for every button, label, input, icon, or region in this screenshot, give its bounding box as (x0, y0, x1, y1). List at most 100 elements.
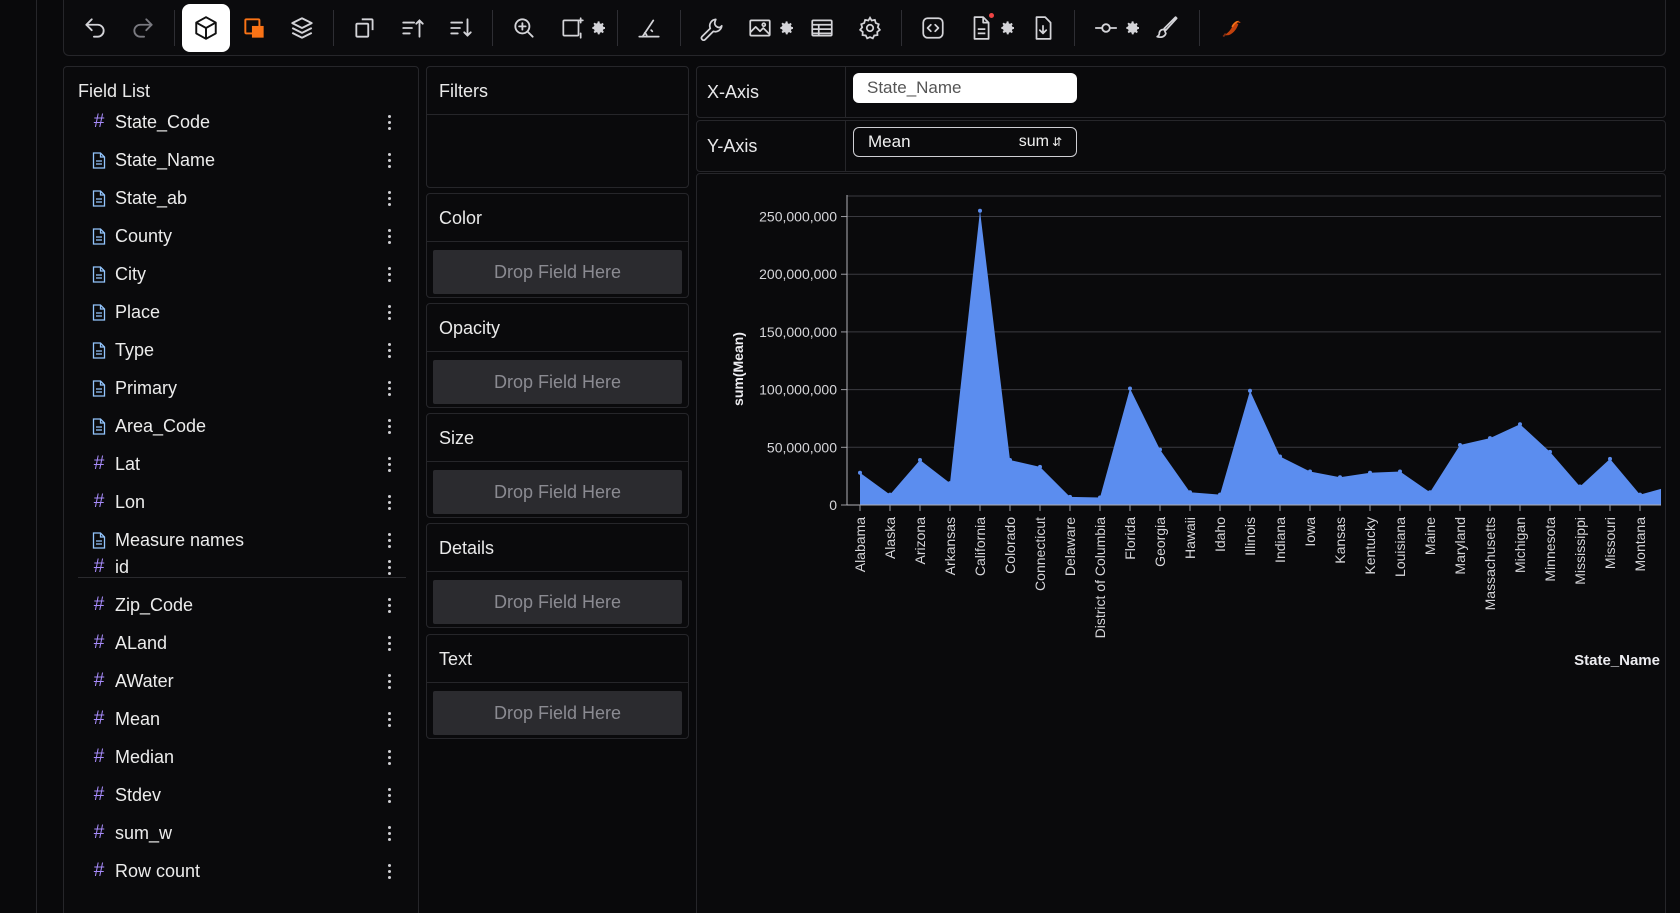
data-point[interactable] (1428, 490, 1432, 495)
data-point[interactable] (1008, 458, 1012, 462)
undo-button[interactable] (71, 4, 119, 52)
field-menu-button[interactable] (379, 456, 399, 472)
data-point[interactable] (1068, 494, 1072, 499)
field-menu-button[interactable] (379, 532, 399, 548)
table-view-button[interactable] (798, 4, 846, 52)
field-item[interactable]: # Lat (89, 449, 399, 479)
data-point[interactable] (888, 492, 892, 497)
image-settings-button[interactable] (776, 4, 798, 52)
axis-button[interactable] (625, 4, 673, 52)
y-axis-field-pill[interactable]: Mean sum ⇵ (853, 127, 1077, 157)
x-axis-field-pill[interactable]: State_Name (853, 73, 1077, 103)
field-item[interactable]: # sum_w (89, 818, 399, 848)
data-point[interactable] (1158, 447, 1162, 452)
data-point[interactable] (1098, 495, 1102, 500)
data-point[interactable] (1188, 490, 1192, 495)
number-field-icon: # (93, 111, 105, 132)
size-drop-zone[interactable]: Drop Field Here (433, 470, 682, 514)
field-menu-button[interactable] (379, 152, 399, 168)
text-drop-zone[interactable]: Drop Field Here (433, 691, 682, 735)
field-item[interactable]: Area_Code (89, 411, 399, 441)
data-point[interactable] (1638, 492, 1642, 497)
data-point[interactable] (978, 208, 982, 213)
data-point[interactable] (1578, 484, 1582, 489)
field-item[interactable]: # State_Code (89, 107, 399, 137)
field-menu-button[interactable] (379, 418, 399, 434)
field-item[interactable]: Measure names (89, 525, 399, 555)
field-item[interactable]: State_ab (89, 183, 399, 213)
field-menu-button[interactable] (379, 494, 399, 510)
field-item[interactable]: # Stdev (89, 780, 399, 810)
data-point[interactable] (1128, 386, 1132, 391)
data-point[interactable] (1518, 422, 1522, 427)
field-item[interactable]: City (89, 259, 399, 289)
field-item[interactable]: Type (89, 335, 399, 365)
data-point[interactable] (1278, 454, 1282, 459)
field-item[interactable]: # Zip_Code (89, 590, 399, 620)
field-menu-button[interactable] (379, 266, 399, 282)
field-menu-button[interactable] (379, 114, 399, 130)
field-menu-button[interactable] (379, 228, 399, 244)
settings-button[interactable] (846, 4, 894, 52)
data-point[interactable] (1038, 464, 1042, 469)
field-menu-button[interactable] (379, 304, 399, 320)
data-point[interactable] (858, 470, 862, 475)
data-point[interactable] (1308, 469, 1312, 474)
download-button[interactable] (1019, 4, 1067, 52)
aggregate-select[interactable]: sum ⇵ (1019, 133, 1062, 151)
field-menu-button[interactable] (379, 597, 399, 613)
mark-type-button[interactable] (182, 3, 230, 52)
field-item[interactable]: County (89, 221, 399, 251)
data-point[interactable] (948, 481, 952, 486)
field-item[interactable]: # ALand (89, 628, 399, 658)
transpose-button[interactable] (341, 4, 389, 52)
field-item[interactable]: Primary (89, 373, 399, 403)
opacity-drop-zone[interactable]: Drop Field Here (433, 360, 682, 404)
brush-button[interactable] (1144, 4, 1192, 52)
field-item[interactable]: State_Name (89, 145, 399, 175)
color-drop-zone[interactable]: Drop Field Here (433, 250, 682, 294)
data-point[interactable] (1338, 475, 1342, 480)
sort-ascending-button[interactable] (389, 4, 437, 52)
sort-descending-button[interactable] (437, 4, 485, 52)
data-point[interactable] (1548, 449, 1552, 454)
redo-button[interactable] (119, 4, 167, 52)
field-item[interactable]: # Median (89, 742, 399, 772)
data-point[interactable] (1218, 492, 1222, 497)
data-point[interactable] (1608, 456, 1612, 461)
area-chart[interactable]: 0 50,000,000 100,000,000 150,000,000 200,000… (697, 174, 1667, 913)
data-point[interactable] (918, 458, 922, 462)
data-point[interactable] (1398, 469, 1402, 474)
field-menu-button[interactable] (379, 749, 399, 765)
field-item[interactable]: # Row count (89, 856, 399, 886)
area-series[interactable] (860, 210, 1661, 505)
code-export-button[interactable] (909, 4, 957, 52)
field-menu-button[interactable] (379, 190, 399, 206)
data-point[interactable] (1248, 388, 1252, 393)
field-menu-button[interactable] (379, 559, 399, 575)
slider-settings-button[interactable] (1122, 4, 1144, 52)
resize-settings-button[interactable] (588, 4, 610, 52)
data-point[interactable] (1458, 443, 1462, 447)
field-menu-button[interactable] (379, 863, 399, 879)
field-item[interactable]: Place (89, 297, 399, 327)
field-item[interactable]: # Lon (89, 487, 399, 517)
document-button[interactable] (957, 4, 1005, 52)
field-menu-button[interactable] (379, 380, 399, 396)
field-item[interactable]: # AWater (89, 666, 399, 696)
details-drop-zone[interactable]: Drop Field Here (433, 580, 682, 624)
stack-mode-button[interactable] (230, 4, 278, 52)
field-item[interactable]: # Mean (89, 704, 399, 734)
data-point[interactable] (1488, 436, 1492, 441)
zoom-button[interactable] (500, 4, 548, 52)
tools-button[interactable] (688, 4, 736, 52)
filters-panel[interactable]: Filters (426, 66, 689, 188)
field-menu-button[interactable] (379, 787, 399, 803)
layers-button[interactable] (278, 4, 326, 52)
field-menu-button[interactable] (379, 342, 399, 358)
field-menu-button[interactable] (379, 711, 399, 727)
field-menu-button[interactable] (379, 635, 399, 651)
field-menu-button[interactable] (379, 825, 399, 841)
data-point[interactable] (1368, 470, 1372, 475)
field-menu-button[interactable] (379, 673, 399, 689)
